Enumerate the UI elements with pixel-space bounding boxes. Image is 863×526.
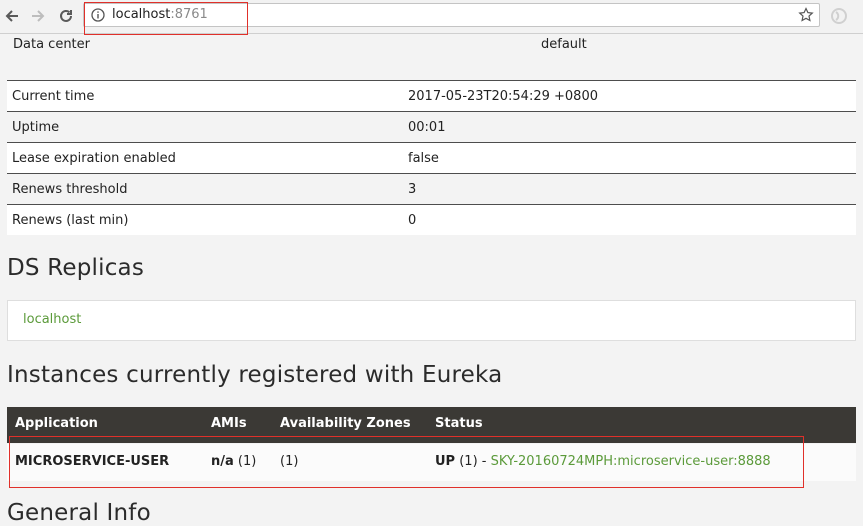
table-row: Renews threshold 3 bbox=[7, 173, 856, 205]
application-name: MICROSERVICE-USER bbox=[15, 454, 170, 469]
table-row: Uptime 00:01 bbox=[7, 111, 856, 143]
address-bar[interactable]: localhost:8761 bbox=[83, 3, 820, 27]
url-text[interactable]: localhost:8761 bbox=[112, 7, 208, 22]
status-value: 2017-05-23T20:54:29 +0800 bbox=[403, 80, 856, 112]
extension-icon[interactable] bbox=[829, 6, 849, 26]
arrow-right-icon bbox=[32, 10, 45, 22]
info-icon[interactable] bbox=[91, 8, 105, 22]
column-amis: AMIs bbox=[211, 416, 247, 431]
browser-toolbar: localhost:8761 bbox=[0, 0, 863, 34]
status-value: 00:01 bbox=[403, 111, 856, 143]
status-key: Renews (last min) bbox=[7, 204, 403, 235]
ds-replicas-list: localhost bbox=[7, 300, 856, 341]
status-up: UP bbox=[435, 454, 456, 469]
ds-replicas-heading: DS Replicas bbox=[7, 255, 145, 281]
data-center-value: default bbox=[541, 37, 587, 52]
amis-cell: n/a (1) bbox=[211, 454, 256, 469]
status-value: false bbox=[403, 142, 856, 174]
reload-icon bbox=[60, 9, 72, 22]
column-application: Application bbox=[15, 416, 98, 431]
status-cell: UP (1) - SKY-20160724MPH:microservice-us… bbox=[435, 454, 771, 469]
table-row: Lease expiration enabled false bbox=[7, 142, 856, 174]
status-text: UP (1) - bbox=[435, 454, 491, 469]
status-key: Current time bbox=[7, 80, 403, 112]
amis-count: (1) bbox=[233, 454, 257, 469]
zones-cell: (1) bbox=[280, 454, 299, 469]
table-row: MICROSERVICE-USER n/a (1) (1) UP (1) - S… bbox=[7, 444, 856, 481]
back-button[interactable] bbox=[0, 4, 24, 28]
general-info-heading: General Info bbox=[7, 500, 151, 526]
status-table: Current time 2017-05-23T20:54:29 +0800 U… bbox=[7, 80, 856, 235]
status-value: 3 bbox=[403, 173, 856, 205]
url-port: :8761 bbox=[170, 7, 208, 22]
star-icon[interactable] bbox=[798, 7, 814, 23]
amis-value: n/a bbox=[211, 454, 234, 469]
status-key: Lease expiration enabled bbox=[7, 142, 403, 174]
table-row: Renews (last min) 0 bbox=[7, 204, 856, 235]
data-center-label: Data center bbox=[13, 37, 90, 52]
replica-link[interactable]: localhost bbox=[23, 312, 81, 327]
forward-button[interactable] bbox=[26, 4, 50, 28]
instance-link[interactable]: SKY-20160724MPH:microservice-user:8888 bbox=[491, 454, 771, 469]
reload-button[interactable] bbox=[54, 4, 78, 28]
status-key: Uptime bbox=[7, 111, 403, 143]
url-host: localhost bbox=[112, 7, 171, 22]
column-status: Status bbox=[435, 416, 483, 431]
status-value: 0 bbox=[403, 204, 856, 235]
instances-table-header: Application AMIs Availability Zones Stat… bbox=[7, 407, 856, 443]
status-key: Renews threshold bbox=[7, 173, 403, 205]
column-availability-zones: Availability Zones bbox=[280, 416, 411, 431]
instances-heading: Instances currently registered with Eure… bbox=[7, 362, 503, 388]
arrow-left-icon bbox=[5, 10, 18, 22]
table-row: Current time 2017-05-23T20:54:29 +0800 bbox=[7, 80, 856, 112]
